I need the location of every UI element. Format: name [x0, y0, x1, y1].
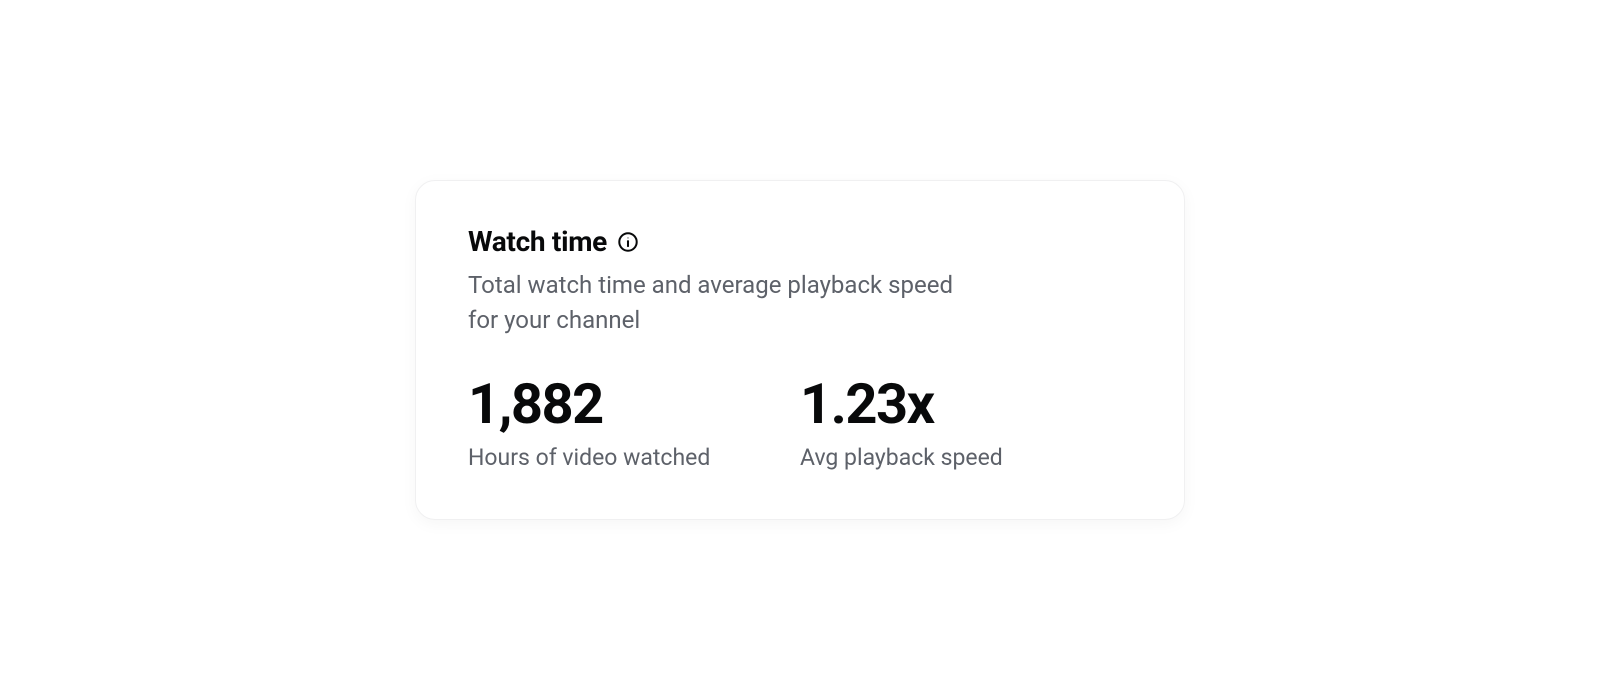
watch-time-card: Watch time Total watch time and average … — [415, 180, 1185, 519]
card-header: Watch time Total watch time and average … — [468, 225, 1132, 338]
card-title-row: Watch time — [468, 225, 1132, 258]
metrics-row: 1,882 Hours of video watched 1.23x Avg p… — [468, 374, 1132, 471]
metric-label: Avg playback speed — [800, 444, 1132, 471]
metric-value: 1.23x — [800, 374, 1132, 436]
metric-hours-watched: 1,882 Hours of video watched — [468, 374, 800, 471]
info-icon[interactable] — [617, 231, 639, 253]
card-title: Watch time — [468, 225, 607, 258]
metric-playback-speed: 1.23x Avg playback speed — [800, 374, 1132, 471]
card-subtitle: Total watch time and average playback sp… — [468, 268, 988, 338]
metric-label: Hours of video watched — [468, 444, 800, 471]
metric-value: 1,882 — [468, 374, 800, 436]
